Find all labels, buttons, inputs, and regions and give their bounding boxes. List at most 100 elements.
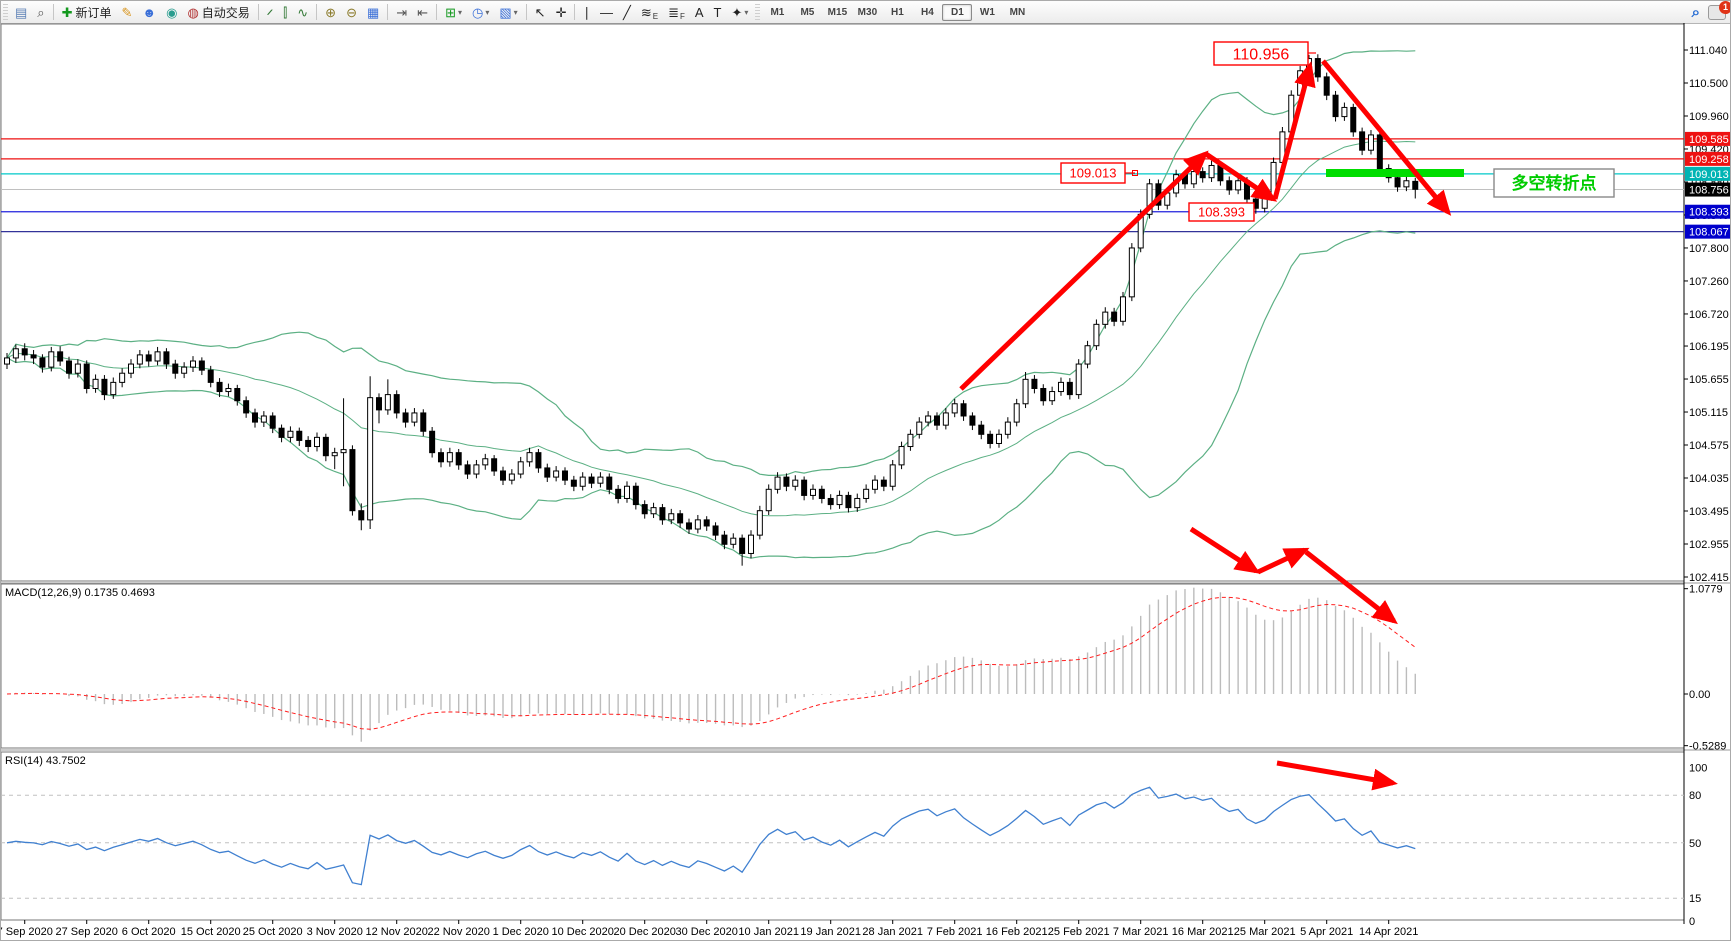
chat-icon[interactable]: 1 (1708, 1, 1730, 20)
rsi-pane[interactable] (1, 751, 1685, 921)
timeframe-M5[interactable]: M5 (792, 4, 822, 21)
candle-body[interactable] (615, 488, 622, 499)
candle-chart-icon[interactable]: ⫿ (279, 2, 291, 22)
signals-icon[interactable]: ◉ (162, 2, 181, 22)
candle-body[interactable] (145, 354, 152, 362)
candle-body[interactable] (1093, 323, 1100, 347)
candle-body[interactable] (526, 452, 533, 463)
candle-body[interactable] (1314, 58, 1321, 78)
candle-body[interactable] (933, 415, 940, 426)
candle-body[interactable] (411, 412, 418, 423)
candle-body[interactable] (1412, 180, 1419, 190)
candle-body[interactable] (987, 433, 994, 444)
horizontal-line-icon[interactable]: ― (596, 2, 617, 22)
candle-body[interactable] (1199, 171, 1206, 179)
candle-body[interactable] (340, 449, 347, 454)
candle-body[interactable] (792, 479, 799, 487)
candle-body[interactable] (606, 476, 613, 490)
candle-body[interactable] (260, 415, 267, 423)
candle-body[interactable] (508, 473, 515, 481)
candle-body[interactable] (1040, 387, 1047, 402)
candle-body[interactable] (420, 412, 427, 432)
candle-body[interactable] (995, 433, 1002, 444)
auto-scroll-icon[interactable]: ⇤ (413, 2, 432, 22)
candle-body[interactable] (1022, 378, 1029, 405)
candle-body[interactable] (854, 497, 861, 509)
candle-body[interactable] (783, 476, 790, 487)
candle-body[interactable] (207, 369, 214, 383)
candle-body[interactable] (136, 354, 143, 365)
candle-body[interactable] (4, 357, 10, 365)
candle-body[interactable] (836, 494, 843, 506)
community-icon[interactable]: ☻ (138, 2, 160, 22)
candle-body[interactable] (641, 504, 648, 515)
candle-body[interactable] (446, 452, 453, 463)
candle-body[interactable] (1394, 177, 1401, 188)
macd-pane[interactable] (1, 583, 1685, 749)
candle-body[interactable] (1323, 76, 1330, 96)
candle-body[interactable] (74, 363, 81, 374)
indicators-icon[interactable]: ⊞ ▾ (441, 2, 466, 22)
candle-body[interactable] (1367, 134, 1374, 151)
candle-body[interactable] (1376, 134, 1383, 170)
candle-body[interactable] (969, 415, 976, 426)
candle-body[interactable] (331, 452, 338, 457)
candle-body[interactable] (889, 464, 896, 487)
timeframe-M30[interactable]: M30 (852, 4, 882, 21)
candle-body[interactable] (119, 372, 126, 383)
text-icon[interactable]: A (691, 2, 708, 22)
candle-body[interactable] (677, 513, 684, 524)
candle-body[interactable] (65, 360, 72, 374)
candle-body[interactable] (863, 488, 870, 499)
indicators-dropdown-icon[interactable]: ▾ (458, 8, 462, 17)
candle-body[interactable] (57, 351, 64, 362)
candle-body[interactable] (499, 470, 506, 481)
candle-body[interactable] (154, 351, 161, 362)
candle-body[interactable] (1031, 378, 1038, 389)
tile-windows-icon[interactable]: ▦ (363, 2, 383, 22)
timeframe-M15[interactable]: M15 (822, 4, 852, 21)
candle-body[interactable] (579, 476, 586, 487)
candle-body[interactable] (898, 446, 905, 466)
candle-body[interactable] (1332, 94, 1339, 118)
candle-body[interactable] (916, 421, 923, 435)
candle-body[interactable] (296, 430, 303, 441)
candle-body[interactable] (1261, 195, 1268, 209)
periods-dropdown-icon[interactable]: ▾ (485, 8, 489, 17)
candle-body[interactable] (313, 436, 320, 448)
candle-body[interactable] (1359, 131, 1366, 151)
candle-body[interactable] (1403, 180, 1410, 188)
candle-body[interactable] (1208, 164, 1215, 179)
candle-body[interactable] (1004, 421, 1011, 435)
candle-body[interactable] (1128, 247, 1135, 298)
candle-body[interactable] (553, 470, 560, 478)
candle-body[interactable] (1235, 180, 1242, 191)
new-chart-icon[interactable]: ▤ (11, 2, 31, 22)
bar-chart-icon[interactable]: 𝄍 (263, 2, 277, 22)
candle-body[interactable] (801, 479, 808, 496)
candle-body[interactable] (198, 360, 205, 371)
candle-body[interactable] (1013, 403, 1020, 423)
candle-body[interactable] (163, 351, 170, 365)
line-chart-icon[interactable]: ∿ (293, 2, 312, 22)
candle-body[interactable] (172, 363, 179, 374)
candle-body[interactable] (730, 537, 737, 545)
candle-body[interactable] (1190, 171, 1197, 185)
candle-body[interactable] (101, 378, 108, 396)
autotrading-button[interactable]: ◍ 自动交易 (183, 2, 253, 22)
candle-body[interactable] (809, 488, 816, 496)
candle-body[interactable] (668, 513, 675, 521)
candle-body[interactable] (181, 366, 188, 374)
candle-body[interactable] (437, 452, 444, 463)
candle-body[interactable] (1350, 106, 1357, 133)
candle-body[interactable] (712, 525, 719, 536)
candle-body[interactable] (287, 430, 294, 438)
candle-body[interactable] (535, 452, 542, 469)
candle-body[interactable] (92, 378, 99, 389)
candle-body[interactable] (694, 519, 701, 530)
candle-body[interactable] (774, 476, 781, 490)
candle-body[interactable] (1226, 180, 1233, 191)
timeframe-D1[interactable]: D1 (942, 3, 973, 21)
candle-body[interactable] (1075, 363, 1082, 396)
vertical-line-icon[interactable]: ∣ (579, 2, 594, 22)
